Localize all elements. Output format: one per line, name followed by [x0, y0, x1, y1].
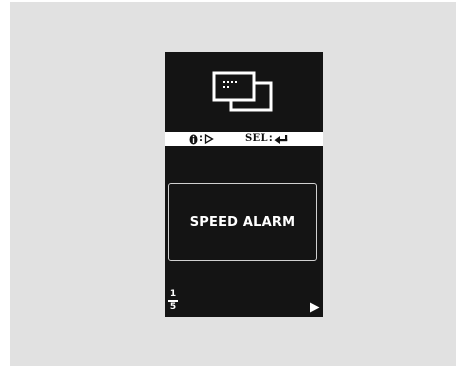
sel-separator: : [268, 133, 273, 144]
display-screen: : SEL : SPEED ALARM 1 5 [165, 52, 323, 317]
enter-return-icon [274, 135, 287, 144]
info-i-icon [189, 134, 198, 144]
page-indicator: 1 5 [168, 290, 178, 312]
play-filled-icon[interactable] [309, 302, 320, 313]
multi-window-icon [212, 71, 273, 112]
menu-item-speed-alarm[interactable]: SPEED ALARM [168, 183, 317, 261]
select-hint: SEL : [245, 132, 288, 146]
page-total: 5 [169, 301, 177, 312]
page-current: 1 [169, 289, 177, 299]
info-separator: : [199, 133, 203, 144]
play-outline-icon [204, 134, 214, 144]
menu-item-label: SPEED ALARM [189, 214, 296, 230]
sel-label: SEL [245, 133, 268, 144]
info-hint: : [189, 132, 214, 146]
control-hint-bar: : SEL : [165, 132, 323, 146]
